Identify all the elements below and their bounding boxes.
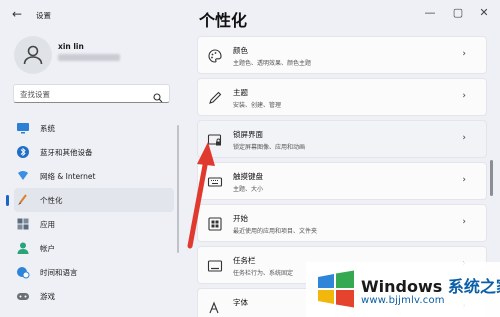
- card-title: 颜色: [233, 46, 248, 55]
- sidebar-item-label: 系统: [40, 123, 55, 133]
- app-title: 设置: [36, 11, 51, 20]
- brush-icon: [16, 193, 30, 207]
- card-subtitle: 任务栏行为、系统固定: [233, 270, 294, 277]
- sidebar-item-label: 帐户: [40, 243, 55, 253]
- sidebar-item-label: 蓝牙和其他设备: [40, 147, 93, 157]
- sidebar-item-apps[interactable]: 应用: [14, 212, 174, 236]
- back-button[interactable]: ←: [12, 7, 22, 21]
- chevron-right-icon: ›: [462, 49, 466, 59]
- card-colors[interactable]: 颜色 主题色、透明效果、颜色主题 ›: [197, 36, 487, 74]
- windows-logo-icon: [318, 270, 354, 308]
- card-subtitle: 安装、创建、管理: [233, 102, 282, 109]
- pen-icon: [207, 90, 223, 106]
- person-icon: [23, 45, 43, 65]
- wifi-icon: [16, 169, 30, 183]
- close-button[interactable]: ✕: [474, 6, 494, 19]
- chevron-right-icon: ›: [462, 175, 466, 185]
- card-subtitle: 主题色、透明效果、颜色主题: [233, 60, 312, 67]
- content-scrollbar[interactable]: [490, 160, 493, 196]
- taskbar-icon: [207, 258, 223, 274]
- red-arrow-annotation: [187, 142, 215, 249]
- card-lock-screen[interactable]: 锁屏界面 锁定屏幕图像、应用和动画 ›: [197, 120, 487, 158]
- bluetooth-icon: [16, 145, 30, 159]
- gamepad-icon: [16, 289, 30, 303]
- watermark-url: www.bjjmlv.com: [361, 295, 445, 306]
- card-title: 锁屏界面: [233, 130, 263, 139]
- card-title: 字体: [233, 298, 248, 307]
- font-icon: [207, 300, 223, 316]
- sidebar-item-network[interactable]: 网络 & Internet: [14, 164, 174, 188]
- sidebar-item-bluetooth[interactable]: 蓝牙和其他设备: [14, 140, 174, 164]
- sidebar-item-gaming[interactable]: 游戏: [14, 284, 174, 308]
- sidebar-item-system[interactable]: 系统: [14, 116, 174, 140]
- search-icon[interactable]: [153, 88, 163, 107]
- minimize-button[interactable]: —: [420, 6, 440, 19]
- user-name: xin lin: [58, 42, 84, 51]
- sidebar-item-label: 游戏: [40, 291, 55, 301]
- search-input[interactable]: 查找设置: [13, 84, 170, 103]
- chevron-right-icon: ›: [462, 91, 466, 101]
- sidebar-item-accounts[interactable]: 帐户: [14, 236, 174, 260]
- avatar: [14, 36, 52, 74]
- sidebar-item-time-language[interactable]: 时间和语言: [14, 260, 174, 284]
- chevron-right-icon: ›: [462, 133, 466, 143]
- title-bar: ← 设置 — ▢ ✕: [0, 0, 500, 32]
- page-title: 个性化: [199, 11, 248, 30]
- sidebar-item-label: 时间和语言: [40, 267, 78, 277]
- user-profile[interactable]: xin lin: [14, 36, 184, 76]
- card-title: 主题: [233, 88, 248, 97]
- card-subtitle: 主题、大小: [233, 186, 264, 193]
- maximize-button[interactable]: ▢: [448, 6, 468, 19]
- watermark-title: Windows 系统之家: [361, 273, 500, 297]
- palette-icon: [207, 48, 223, 64]
- card-subtitle: 锁定屏幕图像、应用和动画: [233, 144, 306, 151]
- user-email-blurred: [58, 54, 120, 61]
- watermark-suffix: 系统之家: [447, 277, 500, 296]
- sidebar-item-label: 网络 & Internet: [40, 171, 96, 181]
- card-title: 触摸键盘: [233, 172, 263, 181]
- search-placeholder: 查找设置: [20, 90, 50, 99]
- card-touch-keyboard[interactable]: 触摸键盘 主题、大小 ›: [197, 162, 487, 200]
- sidebar-scrollbar[interactable]: [177, 125, 179, 253]
- card-subtitle: 最近使用的应用和项目、文件夹: [233, 228, 318, 235]
- monitor-icon: [16, 121, 30, 135]
- apps-icon: [16, 217, 30, 231]
- card-title: 开始: [233, 214, 248, 223]
- watermark-brand: Windows: [361, 277, 443, 296]
- watermark: Windows 系统之家 www.bjjmlv.com: [306, 262, 500, 317]
- sidebar-item-label: 个性化: [40, 195, 63, 205]
- sidebar-nav: 系统 蓝牙和其他设备 网络 & Internet 个性化 应用 帐户 时间和语言…: [6, 116, 174, 308]
- card-themes[interactable]: 主题 安装、创建、管理 ›: [197, 78, 487, 116]
- card-start[interactable]: 开始 最近使用的应用和项目、文件夹 ›: [197, 204, 487, 242]
- sidebar-item-label: 应用: [40, 219, 55, 229]
- card-title: 任务栏: [233, 256, 256, 265]
- globe-clock-icon: [16, 265, 30, 279]
- chevron-right-icon: ›: [462, 217, 466, 227]
- active-indicator: [6, 195, 9, 206]
- sidebar-item-personalization[interactable]: 个性化: [6, 188, 174, 212]
- person-icon: [16, 241, 30, 255]
